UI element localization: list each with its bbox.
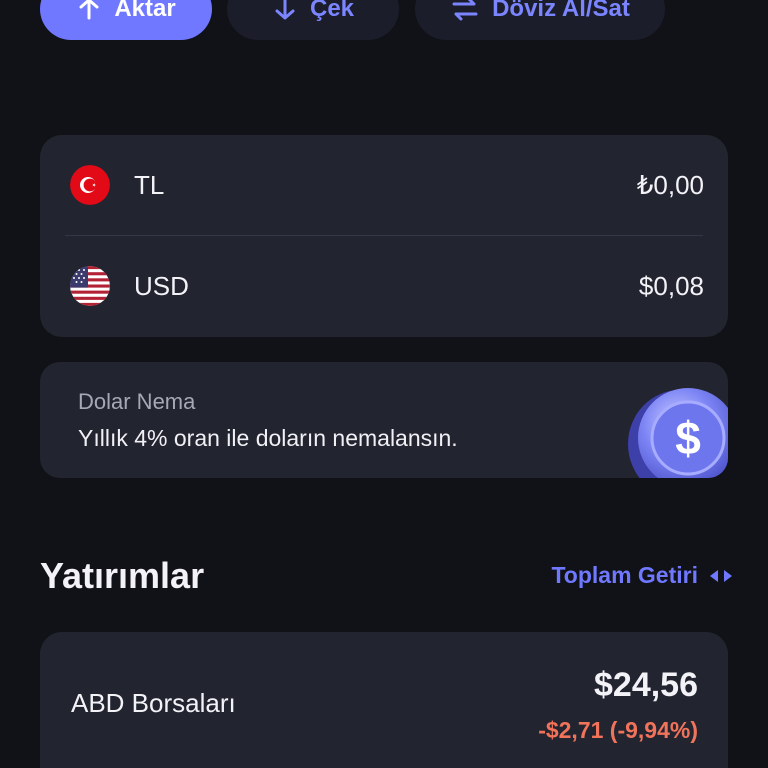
cek-button[interactable]: Çek bbox=[227, 0, 399, 40]
currency-label-tl: TL bbox=[134, 169, 165, 200]
toplam-getiri-toggle[interactable]: Toplam Getiri bbox=[551, 562, 732, 589]
arrow-down-icon bbox=[275, 0, 295, 20]
action-buttons: Aktar Çek Döviz Al/Sat bbox=[40, 0, 670, 40]
doviz-label: Döviz Al/Sat bbox=[492, 0, 630, 22]
doviz-button[interactable]: Döviz Al/Sat bbox=[415, 0, 665, 40]
investment-name: ABD Borsaları bbox=[71, 688, 236, 718]
balance-row-tl[interactable]: TL ₺0,00 bbox=[40, 135, 728, 235]
wallet-screen: Aktar Çek Döviz Al/Sat TL ₺0,00 USD $0,0… bbox=[0, 0, 768, 768]
toplam-getiri-label: Toplam Getiri bbox=[551, 562, 698, 588]
swap-arrows-icon bbox=[710, 569, 732, 582]
nema-description: Yıllık 4% oran ile doların nemalansın. bbox=[78, 425, 458, 451]
balance-row-usd[interactable]: USD $0,08 bbox=[40, 236, 728, 336]
investment-card-abd[interactable]: ABD Borsaları $24,56 -$2,71 (-9,94%) bbox=[40, 632, 728, 768]
balance-card: TL ₺0,00 USD $0,08 bbox=[40, 135, 728, 337]
cek-label: Çek bbox=[309, 0, 355, 22]
dolar-nema-card[interactable]: Dolar Nema Yıllık 4% oran ile doların ne… bbox=[40, 362, 728, 478]
investment-value: $24,56 bbox=[594, 666, 698, 704]
dollar-coin-icon: $ bbox=[628, 388, 728, 478]
svg-text:$: $ bbox=[675, 412, 701, 464]
aktar-button[interactable]: Aktar bbox=[40, 0, 212, 40]
us-flag-icon bbox=[70, 266, 110, 306]
arrow-up-icon bbox=[79, 0, 99, 20]
exchange-icon bbox=[452, 0, 478, 21]
investments-title: Yatırımlar bbox=[40, 555, 205, 596]
nema-title: Dolar Nema bbox=[78, 389, 196, 414]
investment-change: -$2,71 (-9,94%) bbox=[538, 717, 698, 743]
currency-label-usd: USD bbox=[134, 270, 189, 301]
currency-amount-tl: ₺0,00 bbox=[636, 169, 704, 200]
aktar-label: Aktar bbox=[114, 0, 176, 22]
turkey-flag-icon bbox=[70, 165, 110, 205]
currency-amount-usd: $0,08 bbox=[638, 270, 704, 301]
